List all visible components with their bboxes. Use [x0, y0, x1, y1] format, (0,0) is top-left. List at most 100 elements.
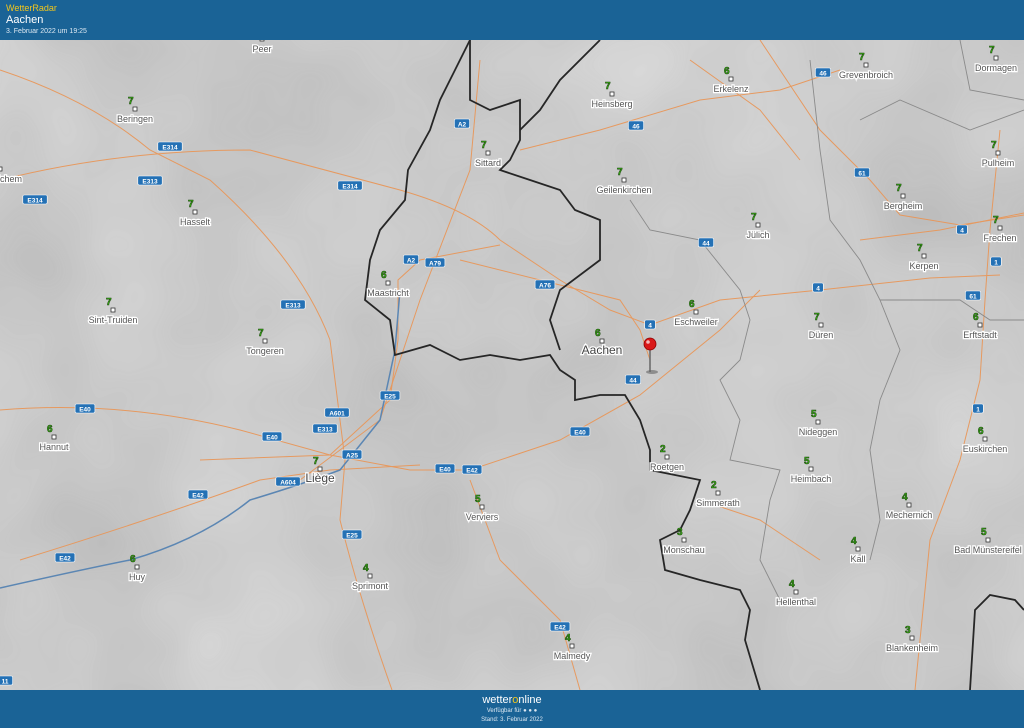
temperature-value: 6	[724, 66, 730, 77]
place-name: Nideggen	[799, 427, 838, 437]
location-name[interactable]: Aachen	[6, 14, 43, 26]
road-shield-a2: A2	[403, 254, 419, 265]
road-shield-e40: E40	[569, 426, 591, 437]
road-shield-1: 1	[990, 256, 1002, 267]
place-dot	[900, 193, 906, 199]
road-label: 11	[2, 678, 9, 685]
place-name: Heinsberg	[591, 99, 632, 109]
road-shield-e42: E42	[187, 489, 209, 500]
road-label: 4	[960, 227, 964, 234]
place-dot	[855, 546, 861, 552]
road-label: E42	[192, 492, 204, 499]
platform-icons: ● ● ●	[523, 708, 538, 714]
temperature-value: 7	[814, 312, 820, 323]
road-shield-e314: E314	[22, 194, 48, 204]
road-label: E314	[342, 183, 358, 190]
temperature-value: 3	[905, 625, 911, 636]
road-shield-44: 44	[698, 237, 714, 247]
top-bar: WetterRadar Aachen 3. Februar 2022 um 19…	[0, 0, 1024, 40]
temperature-value: 7	[128, 96, 134, 107]
place-name: Tongeren	[246, 346, 284, 356]
place-dot	[921, 253, 927, 259]
road-label: A601	[329, 410, 345, 417]
road-shield-a2: A2	[454, 118, 470, 128]
road-shield-e25: E25	[341, 529, 363, 540]
place-name: Frechen	[983, 233, 1016, 243]
temperature-value: 6	[595, 328, 601, 339]
road-label: 1	[994, 259, 998, 266]
temperature-value: 7	[989, 45, 995, 56]
temperature-value: 5	[981, 527, 987, 538]
place-name: Erftstadt	[963, 330, 997, 340]
place-name: Bergheim	[884, 201, 923, 211]
road-shield-4: 4	[644, 319, 656, 330]
temperature-value: 7	[617, 167, 623, 178]
place-dot	[681, 537, 687, 543]
place-dot	[664, 454, 670, 460]
weather-map[interactable]: E314 E313 E314 E314 A2 A2 A79 A76 E313 E40 E40 A601…	[0, 40, 1024, 690]
road-label: E313	[317, 426, 333, 433]
road-label: A79	[429, 260, 441, 267]
temperature-value: 6	[47, 424, 53, 435]
place-name: Kall	[850, 554, 865, 564]
place-dot	[909, 635, 915, 641]
temperature-value: 7	[605, 81, 611, 92]
place-dot	[715, 490, 721, 496]
place-name: Mechernich	[886, 510, 933, 520]
road-label: 61	[858, 170, 866, 177]
road-shield-a76: A76	[534, 279, 556, 290]
place-name: Huy	[129, 572, 146, 582]
road-label: E42	[554, 624, 566, 631]
road-label: E25	[384, 393, 396, 400]
temperature-value: 7	[751, 212, 757, 223]
place-name: vel-Zichem	[0, 174, 22, 184]
place-name: Eschweiler	[674, 317, 718, 327]
road-label: E313	[285, 302, 301, 309]
place-dot	[621, 177, 627, 183]
place-dot	[367, 573, 373, 579]
place-name: Liège	[305, 471, 335, 485]
place-dot	[728, 76, 734, 82]
road-label: E40	[574, 429, 586, 436]
place-name: Monschau	[663, 545, 705, 555]
place-dot	[0, 166, 3, 172]
temperature-value: 6	[130, 554, 136, 565]
temperature-value: 3	[677, 527, 683, 538]
road-label: E42	[466, 467, 478, 474]
road-label: E42	[59, 555, 71, 562]
temperature-value: 2	[660, 444, 666, 455]
place-name: Sittard	[475, 158, 501, 168]
road-shield-4: 4	[812, 282, 824, 293]
temperature-value: 7	[188, 199, 194, 210]
temperature-value: 5	[811, 409, 817, 420]
temperature-value: 4	[902, 492, 908, 503]
cloud-layer	[0, 40, 1024, 690]
road-shield-e42: E42	[461, 464, 483, 475]
temperature-value: 4	[363, 563, 369, 574]
place-dot	[985, 537, 991, 543]
data-timestamp: Stand: 3. Februar 2022	[481, 717, 543, 723]
road-shield-a79: A79	[424, 257, 446, 268]
road-shield-61: 61	[965, 290, 981, 301]
road-shield-11: 11	[0, 675, 13, 685]
road-label: E314	[162, 144, 178, 151]
temperature-value: 7	[258, 328, 264, 339]
place-dot	[863, 62, 869, 68]
app-title: WetterRadar	[6, 3, 57, 13]
place-dot	[793, 589, 799, 595]
temperature-value: 4	[851, 536, 857, 547]
place-dot	[262, 338, 268, 344]
road-label: A2	[407, 257, 416, 264]
place-dot	[385, 280, 391, 286]
road-shield-46: 46	[628, 120, 644, 130]
road-shield-e40: E40	[434, 463, 456, 474]
temperature-value: 7	[859, 52, 865, 63]
temperature-value: 7	[917, 243, 923, 254]
place-name: Beringen	[117, 114, 153, 124]
wetteronline-logo[interactable]: wetteronline	[0, 694, 1024, 706]
temperature-value: 6	[978, 426, 984, 437]
temperature-value: 7	[991, 140, 997, 151]
road-shield-a604: A604	[275, 476, 301, 487]
temperature-value: 6	[689, 299, 695, 310]
place-name: Aachen	[582, 343, 623, 357]
